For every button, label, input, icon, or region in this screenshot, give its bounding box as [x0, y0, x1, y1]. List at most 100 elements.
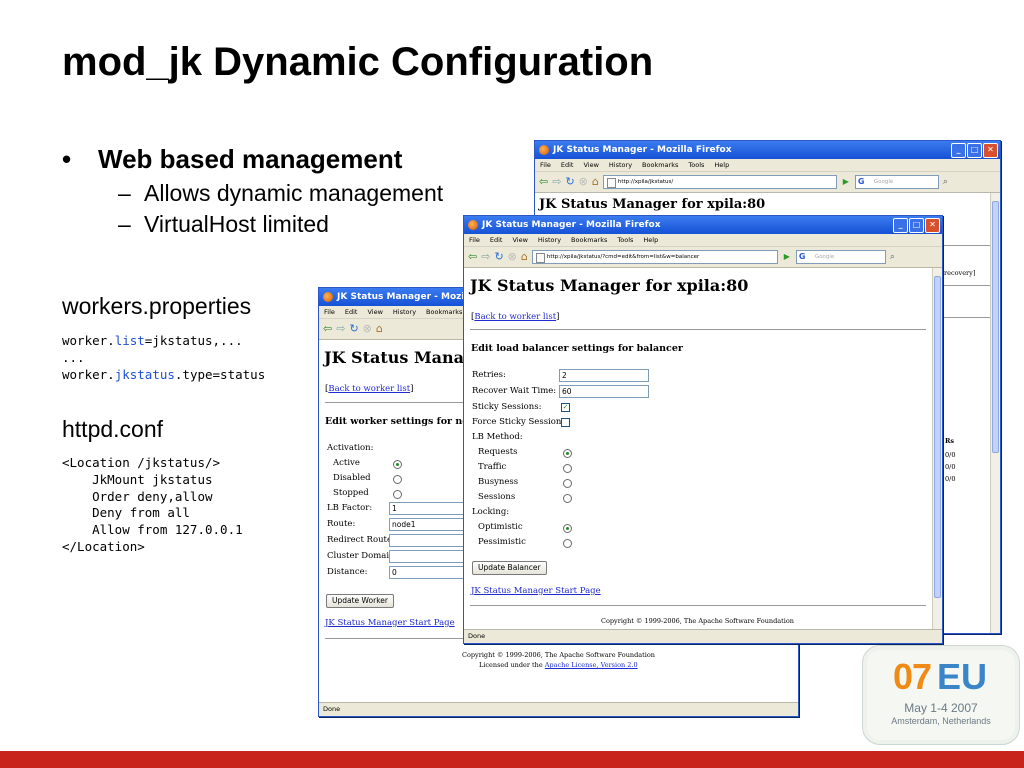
code-line: Deny from all — [62, 505, 190, 521]
back-to-worker-list-link[interactable]: Back to worker list — [328, 384, 410, 394]
menu-bookmarks[interactable]: Bookmarks — [642, 161, 678, 169]
reload-icon[interactable]: ↻ — [565, 176, 574, 188]
scrollbar-thumb[interactable] — [992, 201, 999, 453]
maximize-icon[interactable]: □ — [967, 143, 982, 158]
page-heading: JK Status Manager for xpila:80 — [470, 276, 749, 295]
menu-tools[interactable]: Tools — [688, 161, 704, 169]
cluster-domain-input[interactable] — [389, 550, 473, 563]
close-icon[interactable]: ✕ — [925, 218, 940, 233]
search-input[interactable]: Google — [854, 175, 939, 189]
code-text: worker. — [62, 366, 115, 382]
sticky-sessions-checkbox[interactable]: ✓ — [561, 403, 570, 412]
menu-history[interactable]: History — [609, 161, 632, 169]
activation-option-label: Stopped — [333, 488, 369, 498]
table-cell: 0/0 — [945, 463, 956, 471]
activation-option-label: Active — [333, 458, 360, 468]
menu-edit[interactable]: Edit — [345, 308, 358, 316]
activation-active-radio[interactable] — [393, 460, 402, 469]
footer-bar — [0, 751, 1024, 768]
menu-history[interactable]: History — [393, 308, 416, 316]
go-icon[interactable]: ▶ — [841, 176, 851, 188]
redirect-route-input[interactable] — [389, 534, 473, 547]
search-input[interactable]: Google — [795, 250, 886, 264]
bullet-dot: • — [62, 144, 72, 174]
close-icon[interactable]: ✕ — [983, 143, 998, 158]
scrollbar-thumb[interactable] — [934, 276, 941, 598]
back-icon[interactable]: ⇦ — [468, 251, 477, 263]
maximize-icon[interactable]: □ — [909, 218, 924, 233]
code-keyword: list — [114, 333, 145, 348]
menu-view[interactable]: View — [512, 236, 527, 244]
lb-method-busyness-radio[interactable] — [563, 479, 572, 488]
code-line: Allow from 127.0.0.1 — [62, 522, 243, 538]
minimize-icon[interactable]: _ — [951, 143, 966, 158]
url-input[interactable]: http://xpila/jkstatus/?cmd=edit&from=lis… — [531, 250, 778, 264]
scrollbar[interactable] — [990, 193, 1000, 633]
home-icon[interactable]: ⌂ — [592, 176, 599, 188]
activation-stopped-radio[interactable] — [393, 490, 402, 499]
minimize-icon[interactable]: _ — [893, 218, 908, 233]
menu-history[interactable]: History — [538, 236, 561, 244]
menu-edit[interactable]: Edit — [561, 161, 574, 169]
sub-bullet-dash: – — [118, 211, 131, 237]
status-bar: Done — [319, 702, 798, 716]
reload-icon[interactable]: ↻ — [494, 251, 503, 263]
activation-disabled-radio[interactable] — [393, 475, 402, 484]
menu-file[interactable]: File — [324, 308, 335, 316]
start-page-link[interactable]: JK Status Manager Start Page — [471, 586, 601, 596]
menu-help[interactable]: Help — [714, 161, 729, 169]
lb-method-option-label: Requests — [478, 447, 518, 457]
reload-icon[interactable]: ↻ — [349, 323, 358, 335]
start-page-link[interactable]: JK Status Manager Start Page — [325, 618, 455, 628]
back-icon[interactable]: ⇦ — [539, 176, 548, 188]
back-icon[interactable]: ⇦ — [323, 323, 332, 335]
locking-option-label: Optimistic — [478, 522, 523, 532]
home-icon[interactable]: ⌂ — [376, 323, 383, 335]
back-to-worker-list-link[interactable]: Back to worker list — [474, 312, 556, 322]
url-input[interactable]: http://xpila/jkstatus/ — [602, 175, 837, 189]
code-text: =jkstatus,... — [144, 333, 243, 348]
stop-icon[interactable]: ⊗ — [508, 251, 517, 263]
search-icon[interactable]: ⌕ — [943, 176, 948, 188]
lb-method-requests-radio[interactable] — [563, 449, 572, 458]
distance-input[interactable]: 0 — [389, 566, 473, 579]
code-keyword: jkstatus — [114, 366, 175, 382]
update-worker-button[interactable]: Update Worker — [326, 594, 394, 608]
retries-input[interactable]: 2 — [559, 369, 649, 382]
forward-icon[interactable]: ⇨ — [481, 251, 490, 263]
menu-bookmarks[interactable]: Bookmarks — [571, 236, 607, 244]
activation-option-label: Disabled — [333, 473, 371, 483]
scrollbar[interactable] — [932, 268, 942, 629]
menu-view[interactable]: View — [367, 308, 382, 316]
apache-license-link[interactable]: Apache License, Version 2.0 — [545, 661, 638, 669]
menu-file[interactable]: File — [540, 161, 551, 169]
forward-icon[interactable]: ⇨ — [336, 323, 345, 335]
menu-view[interactable]: View — [583, 161, 598, 169]
menu-file[interactable]: File — [469, 236, 480, 244]
menu-tools[interactable]: Tools — [617, 236, 633, 244]
lb-method-traffic-radio[interactable] — [563, 464, 572, 473]
route-input[interactable]: node1 — [389, 518, 473, 531]
stop-icon[interactable]: ⊗ — [363, 323, 372, 335]
copyright-text: Copyright © 1999-2006, The Apache Softwa… — [601, 617, 794, 625]
page-content: JK Status Manager for xpila:80 [Back to … — [464, 268, 942, 629]
stop-icon[interactable]: ⊗ — [579, 176, 588, 188]
back-link-wrapper: [Back to worker list] — [325, 384, 414, 394]
go-icon[interactable]: ▶ — [782, 251, 792, 263]
menu-edit[interactable]: Edit — [490, 236, 503, 244]
update-balancer-button[interactable]: Update Balancer — [472, 561, 547, 575]
locking-optimistic-radio[interactable] — [563, 524, 572, 533]
menu-bookmarks[interactable]: Bookmarks — [426, 308, 462, 316]
lb-factor-input[interactable]: 1 — [389, 502, 473, 515]
lb-method-sessions-radio[interactable] — [563, 494, 572, 503]
recover-wait-input[interactable]: 60 — [559, 385, 649, 398]
search-icon[interactable]: ⌕ — [890, 251, 895, 263]
force-sticky-checkbox[interactable] — [561, 418, 570, 427]
home-icon[interactable]: ⌂ — [521, 251, 528, 263]
page-heading: JK Status Manager for xpila:80 — [539, 197, 766, 212]
locking-pessimistic-radio[interactable] — [563, 539, 572, 548]
sub-bullet-dash: – — [118, 180, 131, 206]
menu-help[interactable]: Help — [643, 236, 658, 244]
forward-icon[interactable]: ⇨ — [552, 176, 561, 188]
copyright-text: Copyright © 1999-2006, The Apache Softwa… — [462, 651, 655, 659]
